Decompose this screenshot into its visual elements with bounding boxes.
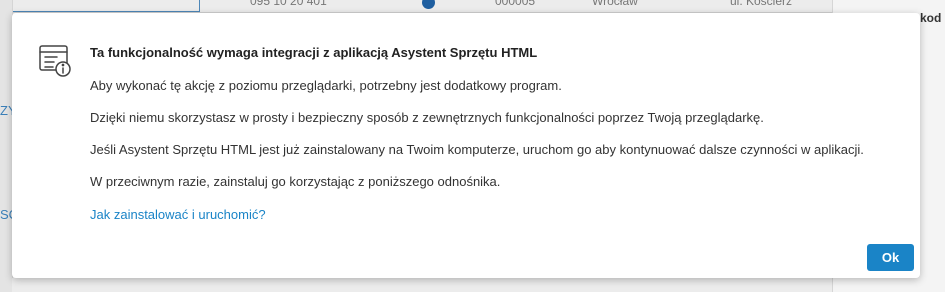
table-row	[12, 278, 832, 292]
status-dot-icon	[422, 0, 435, 9]
table-cell: 095 10 20 401	[250, 0, 327, 8]
dialog-content: Ta funkcjonalność wymaga integracji z ap…	[90, 45, 900, 224]
table-cell: Wrocław	[592, 0, 638, 8]
right-panel-label: kod p	[920, 11, 945, 25]
table-cell: ul. Kościerz	[730, 0, 793, 8]
table-cell: 000005	[495, 0, 536, 8]
install-help-link[interactable]: Jak zainstalować i uruchomić?	[90, 207, 266, 223]
dialog-paragraph: Jeśli Asystent Sprzętu HTML jest już zai…	[90, 142, 864, 157]
dialog-paragraph: W przeciwnym razie, zainstaluj go korzys…	[90, 174, 501, 189]
ok-button[interactable]: Ok	[867, 244, 914, 271]
dialog-paragraph: Aby wykonać tę akcję z poziomu przegląda…	[90, 78, 562, 93]
integration-required-dialog: Ta funkcjonalność wymaga integracji z ap…	[12, 13, 920, 278]
dialog-paragraph: Dzięki niemu skorzystasz w prosty i bezp…	[90, 110, 764, 125]
selected-cell-frame	[12, 0, 200, 12]
document-info-icon	[37, 43, 73, 79]
table-row: 095 10 20 401 000005 Wrocław ul. Kościer…	[12, 0, 832, 13]
dialog-title: Ta funkcjonalność wymaga integracji z ap…	[90, 45, 538, 60]
